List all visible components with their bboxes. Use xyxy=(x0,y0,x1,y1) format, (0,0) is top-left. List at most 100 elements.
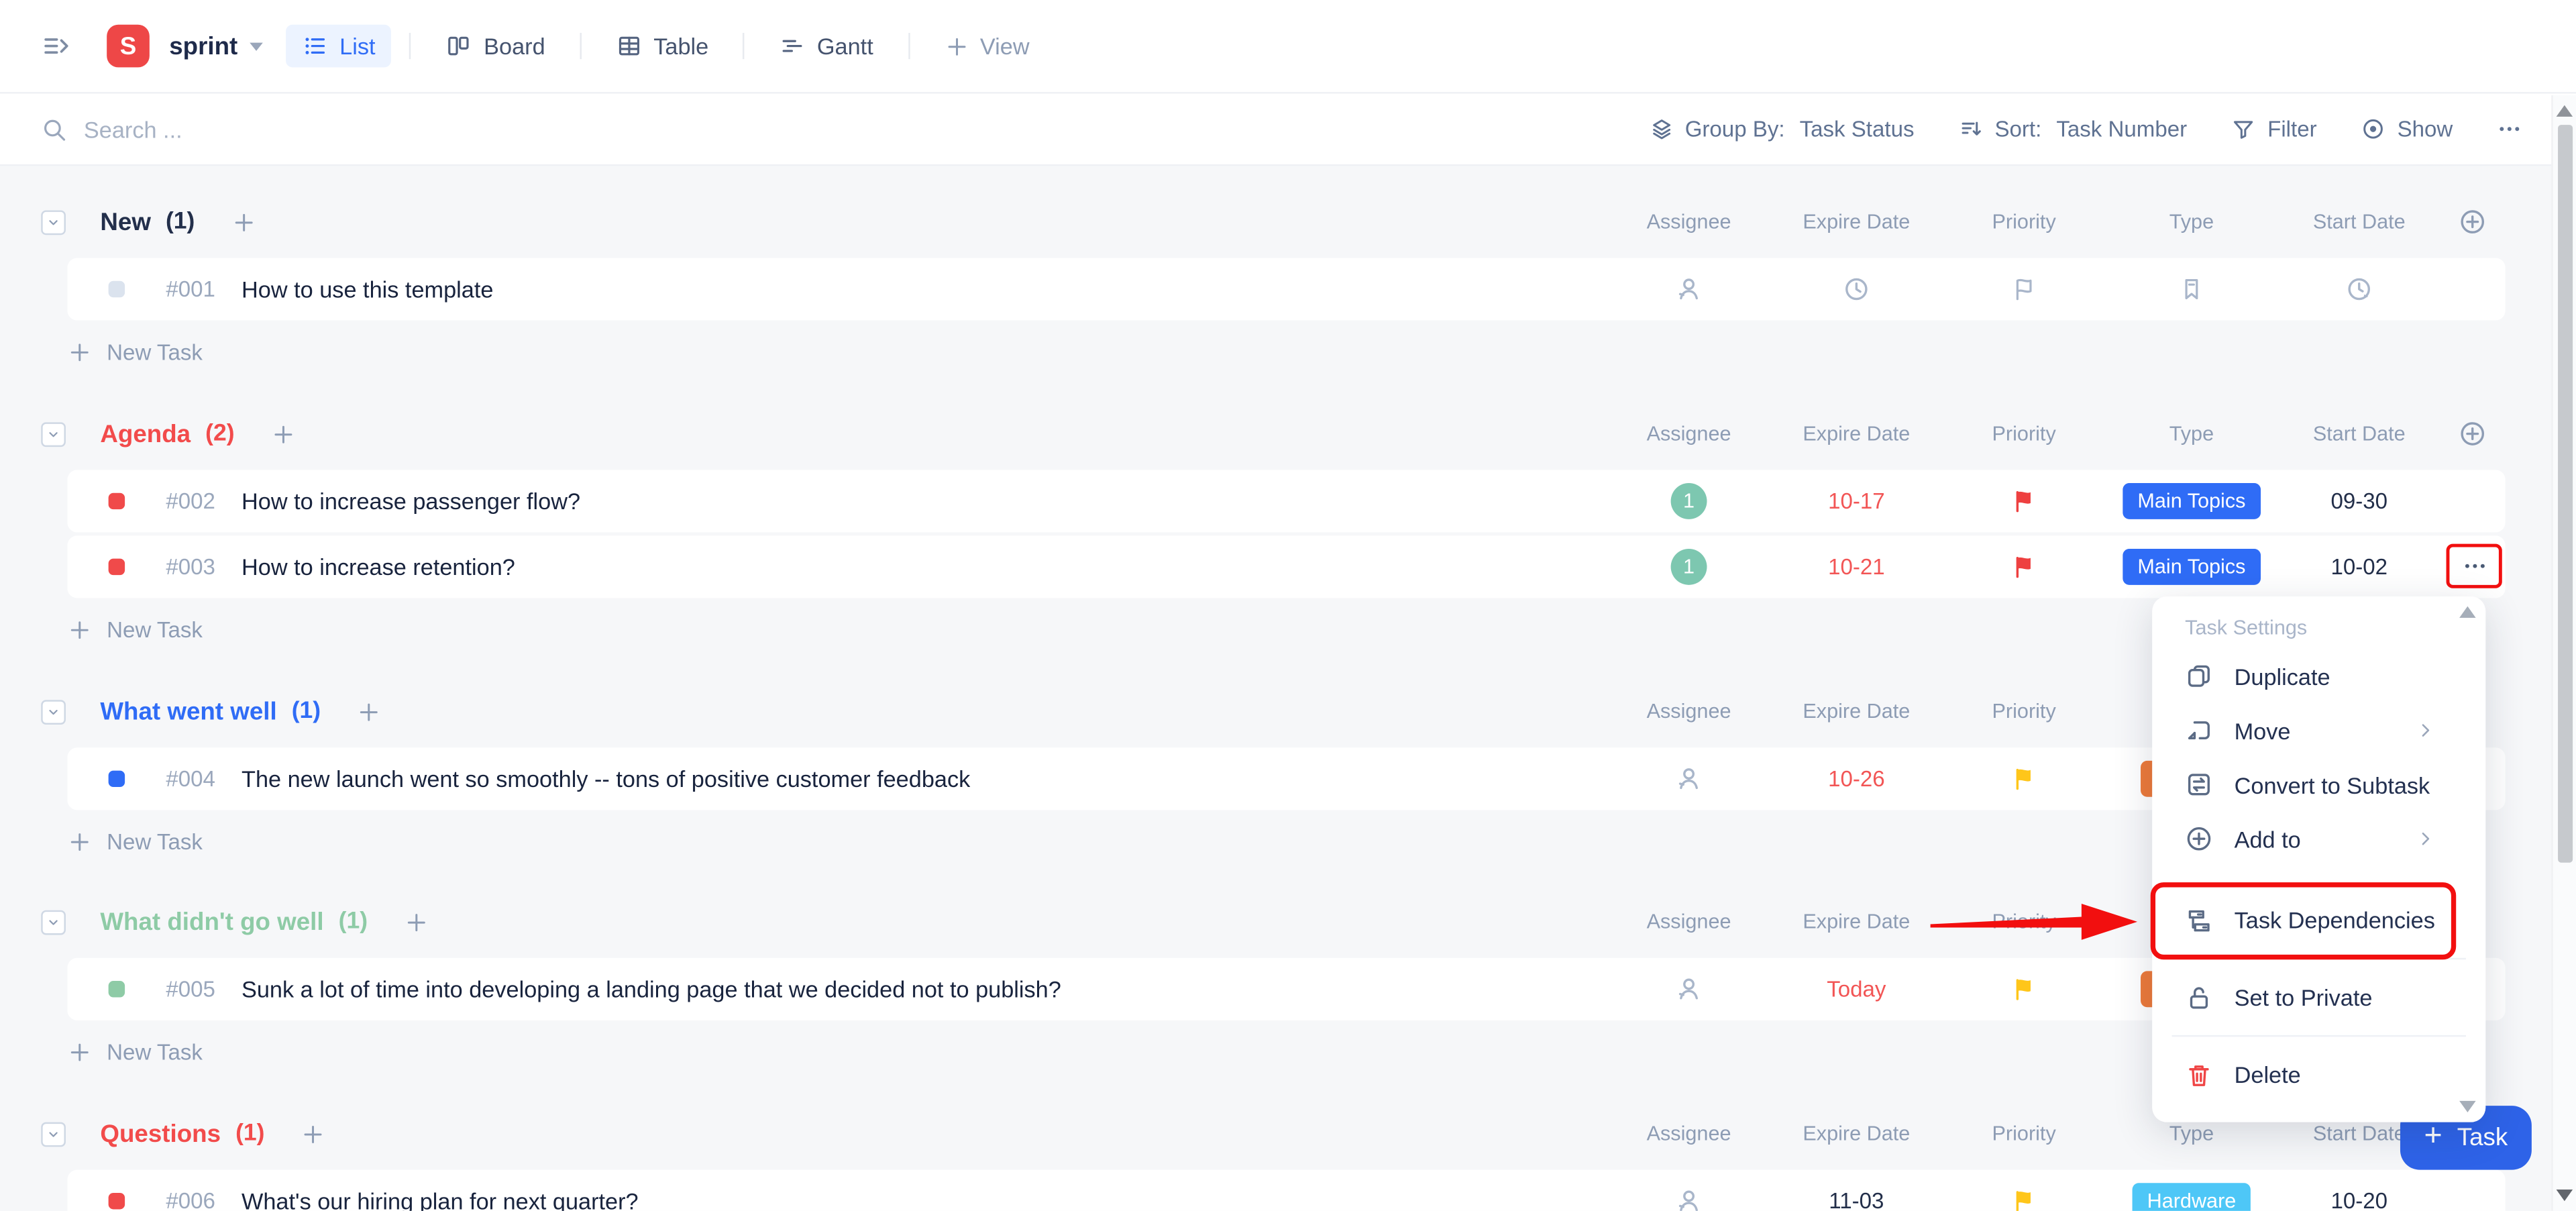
tab-list[interactable]: List xyxy=(285,24,392,68)
gantt-icon xyxy=(780,33,806,59)
collapse-toggle[interactable] xyxy=(41,209,66,234)
priority-cell[interactable] xyxy=(2011,488,2037,514)
context-menu-scrollbar[interactable] xyxy=(2458,606,2477,1112)
type-cell[interactable] xyxy=(2178,276,2204,302)
task-row-004[interactable]: #004 The new launch went so smoothly -- t… xyxy=(67,747,2506,810)
group-by-button[interactable]: Group By: Task Status xyxy=(1649,116,1915,142)
expire-date-cell[interactable]: Today xyxy=(1827,977,1886,1002)
workspace-logo[interactable]: S xyxy=(107,24,150,68)
scroll-up-icon[interactable] xyxy=(2459,606,2476,618)
menu-item-delete[interactable]: Delete xyxy=(2152,1037,2485,1112)
assignee-cell[interactable] xyxy=(1675,765,1703,793)
task-row-003[interactable]: #003 How to increase retention? 1 10-21 Main… xyxy=(67,535,2506,598)
menu-item-task-dependencies[interactable]: Task Dependencies xyxy=(2152,882,2485,958)
type-cell[interactable]: Main Topics xyxy=(2123,548,2261,585)
new-task-label: New Task xyxy=(107,1039,203,1064)
page-scrollbar[interactable] xyxy=(2551,95,2576,1211)
task-title[interactable]: The new launch went so smoothly -- tons … xyxy=(241,766,970,792)
menu-item-add-to[interactable]: Add to xyxy=(2152,812,2485,866)
priority-cell[interactable] xyxy=(2011,976,2037,1002)
add-task-icon[interactable] xyxy=(357,699,382,724)
type-cell[interactable]: Main Topics xyxy=(2123,483,2261,519)
new-task-button[interactable]: New Task xyxy=(67,1035,280,1068)
scroll-up-icon[interactable] xyxy=(2556,105,2573,117)
collapse-toggle[interactable] xyxy=(41,421,66,446)
priority-placeholder-icon xyxy=(2011,276,2037,302)
collapse-toggle[interactable] xyxy=(41,909,66,935)
add-task-icon[interactable] xyxy=(404,910,429,935)
more-button[interactable] xyxy=(2497,117,2522,142)
assignee-cell[interactable] xyxy=(1675,975,1703,1003)
expire-date-cell[interactable]: 11-03 xyxy=(1829,1189,1884,1211)
assignee-cell[interactable] xyxy=(1675,1187,1703,1211)
section-title: Questions xyxy=(100,1119,221,1148)
status-square[interactable] xyxy=(108,981,125,998)
priority-cell[interactable] xyxy=(2011,766,2037,792)
task-more-button[interactable] xyxy=(2446,543,2502,588)
expire-date-cell[interactable]: 10-21 xyxy=(1828,555,1885,580)
new-task-button[interactable]: New Task xyxy=(67,613,280,645)
group-by-value: Task Status xyxy=(1799,116,1915,142)
scrollbar-thumb[interactable] xyxy=(2558,125,2573,863)
collapse-toggle[interactable] xyxy=(41,1121,66,1147)
task-title[interactable]: How to increase retention? xyxy=(241,554,515,580)
task-title[interactable]: Sunk a lot of time into developing a lan… xyxy=(241,976,1061,1002)
menu-item-convert-to-subtask[interactable]: Convert to Subtask xyxy=(2152,757,2485,812)
menu-item-set-to-private[interactable]: Set to Private xyxy=(2152,959,2485,1035)
type-cell[interactable]: Hardware xyxy=(2132,1183,2251,1211)
menu-item-move[interactable]: Move xyxy=(2152,703,2485,757)
task-row-001[interactable]: #001 How to use this template xyxy=(67,258,2506,321)
sidebar-toggle-icon[interactable] xyxy=(41,32,70,61)
tab-gantt[interactable]: Gantt xyxy=(763,25,890,68)
sort-button[interactable]: Sort: Task Number xyxy=(1959,117,2187,142)
app-window: S sprint List Board Table Gantt View Group B… xyxy=(0,0,2576,1211)
add-view-button[interactable]: View xyxy=(928,25,1046,68)
add-task-icon[interactable] xyxy=(231,209,256,234)
assignee-cell[interactable]: 1 xyxy=(1670,483,1707,519)
add-task-icon[interactable] xyxy=(301,1121,325,1146)
column-header-expire-date: Expire Date xyxy=(1803,210,1911,233)
search-input[interactable] xyxy=(80,114,574,144)
add-column-icon[interactable] xyxy=(2459,208,2487,236)
start-date-cell[interactable] xyxy=(2345,275,2373,303)
assignee-cell[interactable] xyxy=(1675,275,1703,303)
tab-board[interactable]: Board xyxy=(429,25,561,68)
status-square[interactable] xyxy=(108,492,125,510)
task-row-006[interactable]: #006 What's our hiring plan for next quar… xyxy=(67,1169,2506,1211)
tab-table[interactable]: Table xyxy=(599,25,724,68)
collapse-toggle[interactable] xyxy=(41,699,66,724)
status-square[interactable] xyxy=(108,770,125,788)
status-square[interactable] xyxy=(108,280,125,298)
start-date-cell[interactable]: 09-30 xyxy=(2330,489,2387,514)
column-header-start-date: Start Date xyxy=(2312,210,2406,233)
expire-date-cell[interactable]: 10-17 xyxy=(1828,489,1885,514)
expire-date-cell[interactable] xyxy=(1843,275,1871,303)
start-date-cell[interactable]: 10-02 xyxy=(2330,555,2387,580)
task-row-005[interactable]: #005 Sunk a lot of time into developing a… xyxy=(67,957,2506,1020)
priority-cell[interactable] xyxy=(2011,276,2037,302)
new-task-button[interactable]: New Task xyxy=(67,825,280,857)
scroll-down-icon[interactable] xyxy=(2459,1100,2476,1112)
start-date-cell[interactable]: 10-20 xyxy=(2330,1189,2387,1211)
task-title[interactable]: How to use this template xyxy=(241,276,493,302)
filter-icon xyxy=(2231,117,2256,142)
task-title[interactable]: How to increase passenger flow? xyxy=(241,488,580,514)
tab-divider xyxy=(409,32,412,60)
scroll-down-icon[interactable] xyxy=(2556,1190,2573,1202)
filter-button[interactable]: Filter xyxy=(2231,117,2317,142)
task-title[interactable]: What's our hiring plan for next quarter? xyxy=(241,1188,639,1211)
priority-cell[interactable] xyxy=(2011,1188,2037,1211)
expire-date-cell[interactable]: 10-26 xyxy=(1828,766,1885,791)
assignee-cell[interactable]: 1 xyxy=(1670,548,1707,585)
add-task-icon[interactable] xyxy=(270,421,295,446)
status-square[interactable] xyxy=(108,558,125,576)
show-button[interactable]: Show xyxy=(2361,117,2453,142)
priority-cell[interactable] xyxy=(2011,554,2037,580)
new-task-button[interactable]: New Task xyxy=(67,335,280,368)
workspace-switcher[interactable]: sprint xyxy=(169,32,263,60)
task-row-002[interactable]: #002 How to increase passenger flow? 1 10-1… xyxy=(67,470,2506,533)
add-column-icon[interactable] xyxy=(2459,420,2487,448)
menu-item-duplicate[interactable]: Duplicate xyxy=(2152,649,2485,703)
status-square[interactable] xyxy=(108,1192,125,1210)
plus-icon: + xyxy=(2424,1118,2443,1154)
